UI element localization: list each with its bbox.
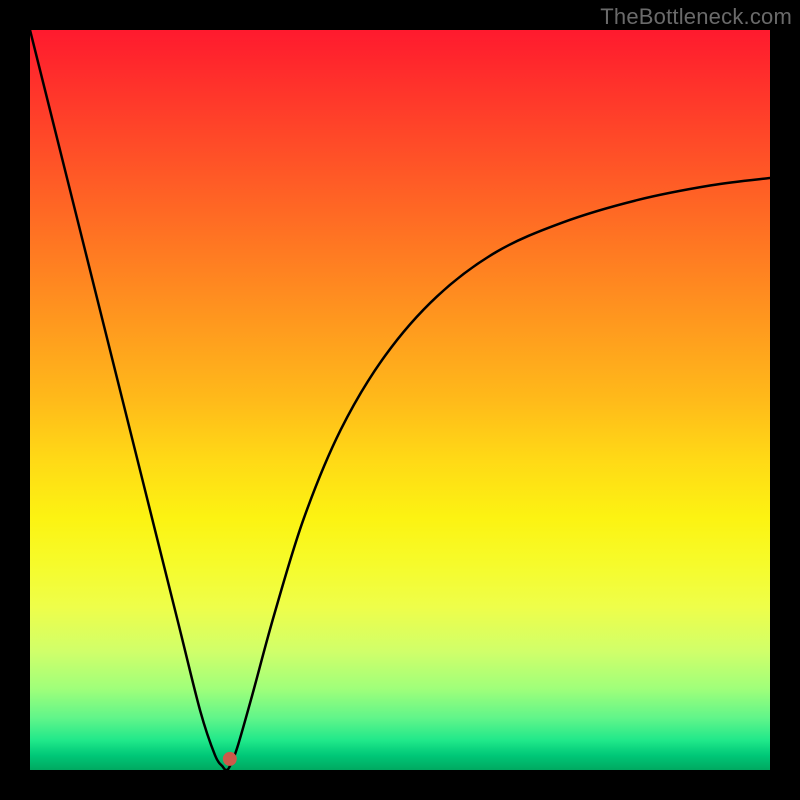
attribution-label: TheBottleneck.com [600, 4, 792, 30]
bottleneck-curve [30, 30, 770, 770]
chart-frame: TheBottleneck.com [0, 0, 800, 800]
plot-area [30, 30, 770, 770]
